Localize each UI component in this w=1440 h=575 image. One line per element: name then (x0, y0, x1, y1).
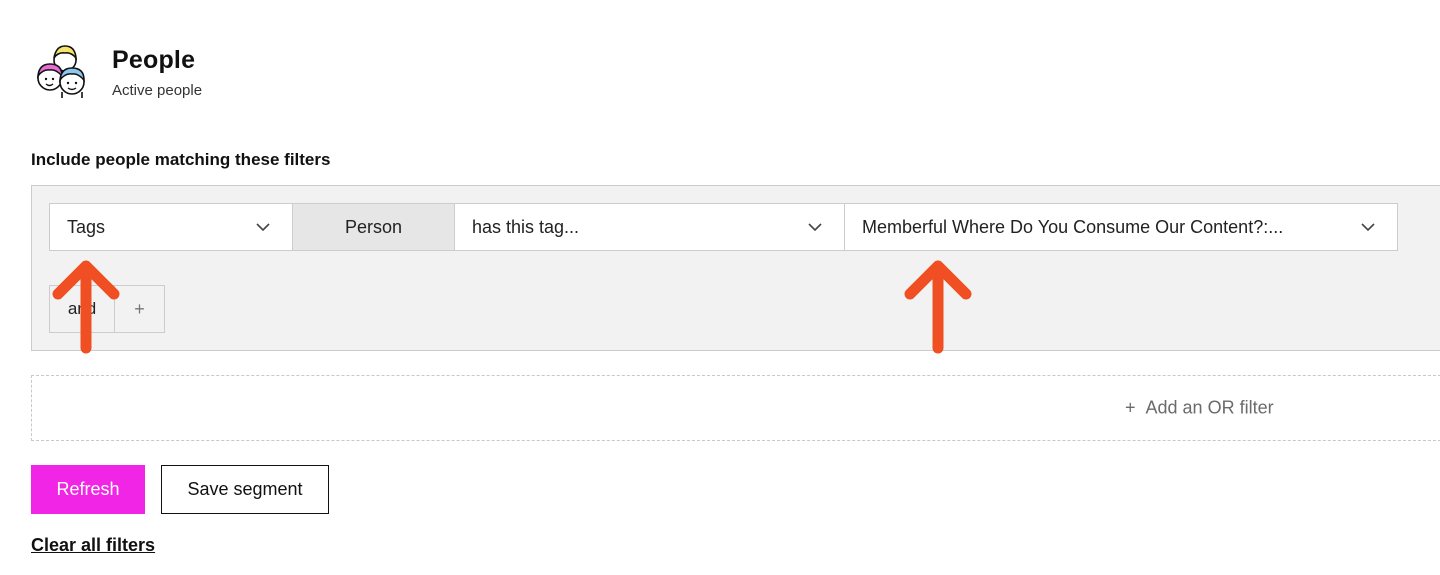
save-segment-button[interactable]: Save segment (161, 465, 329, 514)
header-text: People Active people (112, 46, 202, 99)
page-header: People Active people (32, 40, 202, 102)
add-or-filter-button[interactable]: + Add an OR filter (31, 375, 1440, 441)
add-condition-button[interactable]: + (115, 285, 165, 333)
filters-heading: Include people matching these filters (31, 150, 331, 169)
operator-select-value: has this tag... (472, 216, 580, 237)
people-avatars-icon (36, 45, 85, 98)
refresh-button[interactable]: Refresh (31, 465, 145, 514)
field-select[interactable]: Tags (49, 203, 293, 251)
page-subtitle: Active people (112, 82, 203, 99)
page-title: People (112, 46, 196, 74)
annotation-arrow-icon (52, 260, 120, 354)
value-select[interactable]: Memberful Where Do You Consume Our Conte… (845, 203, 1398, 251)
chevron-down-icon (808, 223, 822, 231)
chevron-down-icon (256, 223, 270, 231)
clear-all-filters-link[interactable]: Clear all filters (31, 535, 155, 556)
value-select-value: Memberful Where Do You Consume Our Conte… (862, 216, 1284, 237)
or-filter-content: + Add an OR filter (1125, 398, 1274, 419)
scope-label-text: Person (344, 216, 403, 237)
or-filter-label: Add an OR filter (1145, 397, 1274, 418)
filter-condition-row: Tags Person has this tag... Memberful Wh… (49, 203, 1398, 251)
annotation-arrow-icon (904, 260, 972, 354)
plus-icon: + (1125, 397, 1136, 418)
chevron-down-icon (1361, 223, 1375, 231)
field-select-value: Tags (67, 216, 106, 237)
filter-group-panel: Tags Person has this tag... Memberful Wh… (31, 185, 1440, 351)
operator-select[interactable]: has this tag... (455, 203, 845, 251)
scope-label: Person (293, 203, 455, 251)
